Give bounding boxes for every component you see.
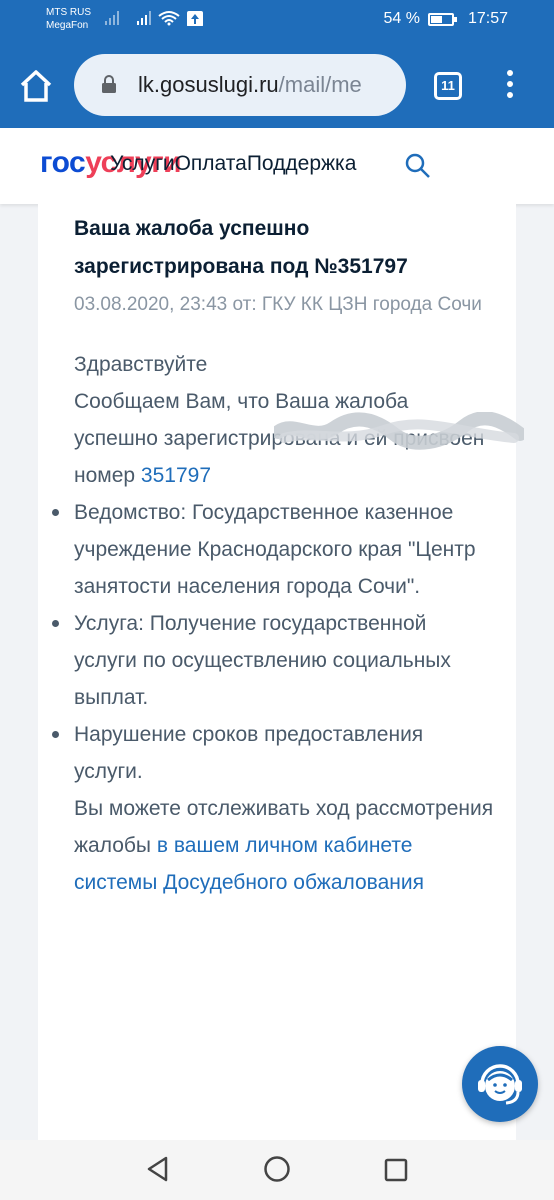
address-bar[interactable]: lk.gosuslugi.ru/mail/mе — [74, 54, 406, 116]
site-header: госуслуги УслугиОплатаПоддержка — [0, 128, 554, 204]
redaction-scribble — [274, 412, 524, 450]
signal-icon — [137, 11, 151, 25]
complaint-number-link[interactable]: 351797 — [141, 464, 211, 487]
menu-icon[interactable] — [500, 70, 520, 104]
support-agent-icon — [478, 1064, 522, 1105]
recent-apps-icon[interactable] — [384, 1158, 408, 1182]
site-nav[interactable]: УслугиОплатаПоддержка — [110, 152, 356, 176]
battery-icon — [427, 12, 457, 26]
carrier-2: MegaFon — [46, 20, 89, 31]
tab-count: 11 — [441, 78, 455, 93]
logo-gos: гос — [40, 146, 86, 179]
message-title: Ваша жалоба успешно зарегистрирована под… — [74, 217, 408, 278]
home-circle-icon[interactable] — [263, 1155, 291, 1183]
status-bar: MTS RUS MegaFon 54 % 17:57 — [0, 0, 554, 44]
upload-notification-icon — [187, 11, 203, 26]
list-item: Нарушение сроков предоставления услуги. — [52, 716, 494, 790]
url-path: /mail/mе — [278, 72, 362, 97]
message-card: Ваша жалоба успешно зарегистрирована под… — [38, 204, 524, 1140]
browser-toolbar: lk.gosuslugi.ru/mail/mе 11 — [0, 44, 554, 128]
wifi-icon — [158, 11, 180, 26]
tracking-paragraph: Вы можете отслеживать ход рассмотрения ж… — [74, 790, 494, 901]
tabs-icon[interactable]: 11 — [434, 72, 462, 100]
url-host: lk.gosuslugi.ru — [138, 72, 279, 97]
search-icon[interactable] — [404, 152, 432, 180]
greeting: Здравствуйте — [74, 353, 208, 376]
lock-icon — [102, 75, 116, 93]
status-right: 54 % 17:57 — [383, 10, 508, 28]
list-item: Ведомство: Государственное казенное учре… — [52, 494, 494, 605]
home-icon[interactable] — [18, 68, 54, 104]
message-content: Ваша жалоба успешно зарегистрирована под… — [52, 210, 524, 901]
message-meta: 03.08.2020, 23:43 от: ГКУ КК ЦЗН города … — [74, 294, 482, 315]
clock: 17:57 — [467, 10, 508, 27]
battery-fill — [430, 15, 442, 23]
url-text: lk.gosuslugi.ru/mail/mе — [138, 72, 396, 98]
signal-icon — [105, 11, 119, 25]
back-icon[interactable] — [146, 1156, 170, 1182]
list-item: Услуга: Получение государственной услуги… — [52, 605, 494, 716]
support-chat-button[interactable] — [462, 1046, 538, 1122]
system-nav-bar — [0, 1140, 554, 1200]
battery-percent: 54 % — [383, 10, 420, 27]
carrier-names: MTS RUS MegaFon — [46, 6, 91, 32]
details-list: Ведомство: Государственное казенное учре… — [52, 494, 494, 790]
carrier-1: MTS RUS — [46, 7, 91, 18]
